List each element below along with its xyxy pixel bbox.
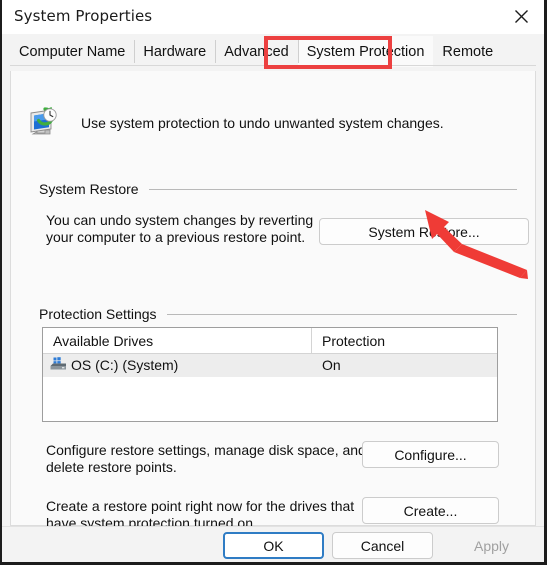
tab-remote[interactable]: Remote — [433, 36, 502, 67]
title-bar: System Properties — [2, 0, 544, 35]
dialog-client-area: Computer Name Hardware Advanced System P… — [2, 34, 544, 562]
table-row[interactable]: OS (C:) (System) On — [43, 354, 497, 377]
intro-description: Use system protection to undo unwanted s… — [81, 115, 444, 131]
group-divider — [166, 313, 517, 315]
tab-system-protection[interactable]: System Protection — [297, 36, 434, 67]
group-label: Protection Settings — [39, 306, 157, 322]
tab-computer-name[interactable]: Computer Name — [10, 36, 134, 67]
system-restore-button-label: System Restore... — [368, 223, 480, 240]
tab-label: Computer Name — [19, 43, 126, 60]
system-restore-description-line2: your computer to a previous restore poin… — [46, 229, 306, 245]
create-button-label: Create... — [403, 502, 458, 519]
column-header-available-drives: Available Drives — [53, 333, 154, 349]
system-restore-description-line1: You can undo system changes by reverting — [46, 212, 314, 228]
system-restore-description: You can undo system changes by reverting… — [46, 212, 316, 246]
system-properties-window: System Properties Computer Name Hardware… — [0, 0, 547, 565]
system-protection-icon — [19, 103, 63, 143]
close-button[interactable] — [498, 0, 544, 33]
tab-strip-underline — [10, 65, 536, 66]
tab-advanced[interactable]: Advanced — [215, 36, 298, 67]
dialog-footer: OK Cancel Apply — [2, 526, 544, 562]
system-protection-page: Use system protection to undo unwanted s… — [10, 71, 536, 531]
drive-name: OS (C:) (System) — [71, 357, 179, 373]
group-divider — [148, 188, 517, 190]
system-restore-button[interactable]: System Restore... — [319, 218, 529, 245]
configure-description-line1: Configure restore settings, manage disk … — [46, 442, 366, 458]
tab-label: Remote — [442, 43, 494, 60]
cancel-button-label: Cancel — [360, 537, 405, 554]
available-drives-table[interactable]: Available Drives Protection OS (C:) (Sys… — [42, 327, 498, 422]
footer-divider — [2, 526, 544, 527]
window-title: System Properties — [14, 7, 153, 25]
configure-button[interactable]: Configure... — [362, 441, 499, 468]
create-description-line1: Create a restore point right now for the… — [46, 498, 355, 514]
table-header-row: Available Drives Protection — [43, 328, 497, 354]
drive-protection-status: On — [322, 357, 341, 373]
tab-label: System Protection — [306, 43, 425, 60]
close-icon — [514, 10, 528, 23]
create-button[interactable]: Create... — [362, 497, 499, 524]
ok-button-label: OK — [263, 537, 284, 554]
ok-button[interactable]: OK — [223, 532, 324, 559]
tab-list: Computer Name Hardware Advanced System P… — [10, 36, 502, 67]
tab-hardware[interactable]: Hardware — [134, 36, 215, 67]
tab-label: Hardware — [143, 43, 207, 60]
cancel-button[interactable]: Cancel — [332, 532, 433, 559]
apply-button: Apply — [441, 532, 542, 559]
hard-drive-icon — [49, 357, 67, 373]
column-divider — [311, 328, 312, 353]
apply-button-label: Apply — [473, 537, 510, 554]
group-protection-settings: Protection Settings — [39, 306, 517, 322]
tab-label: Advanced — [224, 43, 289, 60]
configure-description-line2: delete restore points. — [46, 459, 177, 475]
group-label: System Restore — [39, 181, 139, 197]
group-system-restore: System Restore — [39, 181, 517, 197]
intro-row: Use system protection to undo unwanted s… — [19, 103, 444, 143]
configure-description: Configure restore settings, manage disk … — [46, 442, 366, 476]
configure-button-label: Configure... — [394, 446, 467, 463]
column-header-protection: Protection — [322, 333, 386, 349]
